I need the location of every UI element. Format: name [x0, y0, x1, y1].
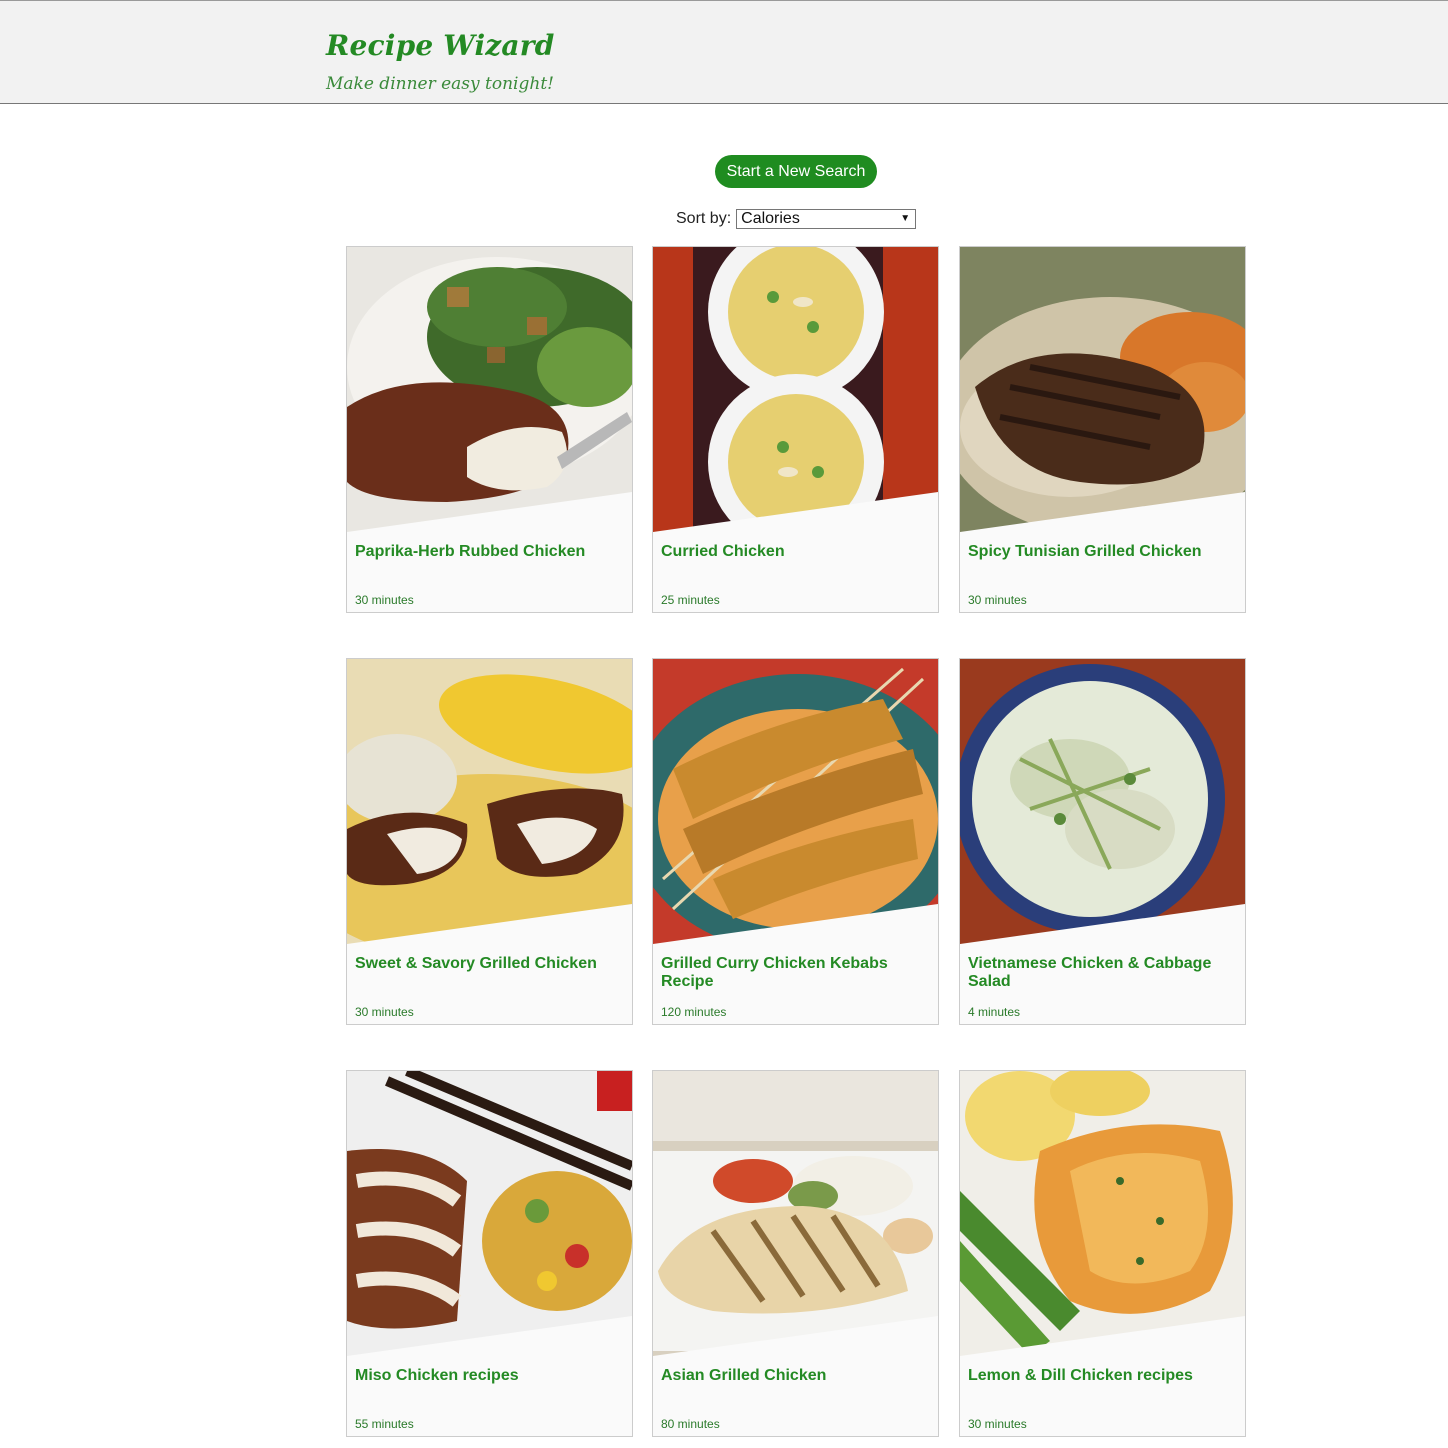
recipe-photo[interactable]: [960, 247, 1245, 532]
recipe-title[interactable]: Paprika-Herb Rubbed Chicken: [355, 543, 623, 561]
recipe-title[interactable]: Sweet & Savory Grilled Chicken: [355, 955, 623, 973]
recipe-card[interactable]: Sweet & Savory Grilled Chicken 30 minute…: [346, 658, 633, 1025]
site-tagline: Make dinner easy tonight!: [326, 74, 554, 94]
recipe-card[interactable]: Spicy Tunisian Grilled Chicken 30 minute…: [959, 246, 1246, 613]
site-title[interactable]: Recipe Wizard: [326, 29, 554, 62]
recipe-time: 25 minutes: [661, 593, 720, 607]
recipe-time: 55 minutes: [355, 1417, 414, 1431]
sort-control: Sort by: Calories ▼: [676, 208, 917, 230]
recipe-title[interactable]: Asian Grilled Chicken: [661, 1367, 929, 1385]
recipe-title[interactable]: Vietnamese Chicken & Cabbage Salad: [968, 955, 1236, 991]
recipe-photo[interactable]: [347, 1071, 632, 1356]
site-header: Recipe Wizard Make dinner easy tonight!: [0, 0, 1448, 104]
recipe-photo[interactable]: [960, 1071, 1245, 1356]
recipe-photo[interactable]: [347, 247, 632, 532]
recipe-card[interactable]: Asian Grilled Chicken 80 minutes: [652, 1070, 939, 1437]
recipe-photo[interactable]: [653, 1071, 938, 1356]
sort-label: Sort by:: [676, 210, 732, 227]
recipe-title[interactable]: Grilled Curry Chicken Kebabs Recipe: [661, 955, 929, 991]
recipe-photo[interactable]: [347, 659, 632, 944]
recipe-time: 80 minutes: [661, 1417, 720, 1431]
recipe-time: 30 minutes: [968, 1417, 1027, 1431]
sort-selected-value: Calories: [741, 210, 800, 227]
recipe-photo[interactable]: [960, 659, 1245, 944]
recipe-photo[interactable]: [653, 247, 938, 532]
recipe-card[interactable]: Lemon & Dill Chicken recipes 30 minutes: [959, 1070, 1246, 1437]
recipe-card[interactable]: Grilled Curry Chicken Kebabs Recipe 120 …: [652, 658, 939, 1025]
recipe-card[interactable]: Vietnamese Chicken & Cabbage Salad 4 min…: [959, 658, 1246, 1025]
recipe-title[interactable]: Lemon & Dill Chicken recipes: [968, 1367, 1236, 1385]
recipe-title[interactable]: Miso Chicken recipes: [355, 1367, 623, 1385]
recipe-time: 4 minutes: [968, 1005, 1021, 1019]
recipe-title[interactable]: Spicy Tunisian Grilled Chicken: [968, 543, 1236, 561]
recipe-time: 120 minutes: [661, 1005, 727, 1019]
new-search-button[interactable]: Start a New Search: [715, 155, 877, 188]
recipe-photo[interactable]: [653, 659, 938, 944]
sort-select[interactable]: Calories ▼: [736, 209, 917, 229]
recipe-time: 30 minutes: [355, 1005, 414, 1019]
recipe-title[interactable]: Curried Chicken: [661, 543, 929, 561]
recipe-time: 30 minutes: [355, 593, 414, 607]
recipe-card[interactable]: Miso Chicken recipes 55 minutes: [346, 1070, 633, 1437]
recipe-card[interactable]: Curried Chicken 25 minutes: [652, 246, 939, 613]
recipe-card[interactable]: Paprika-Herb Rubbed Chicken 30 minutes: [346, 246, 633, 613]
dropdown-arrow-icon: ▼: [900, 213, 911, 224]
recipe-time: 30 minutes: [968, 593, 1027, 607]
